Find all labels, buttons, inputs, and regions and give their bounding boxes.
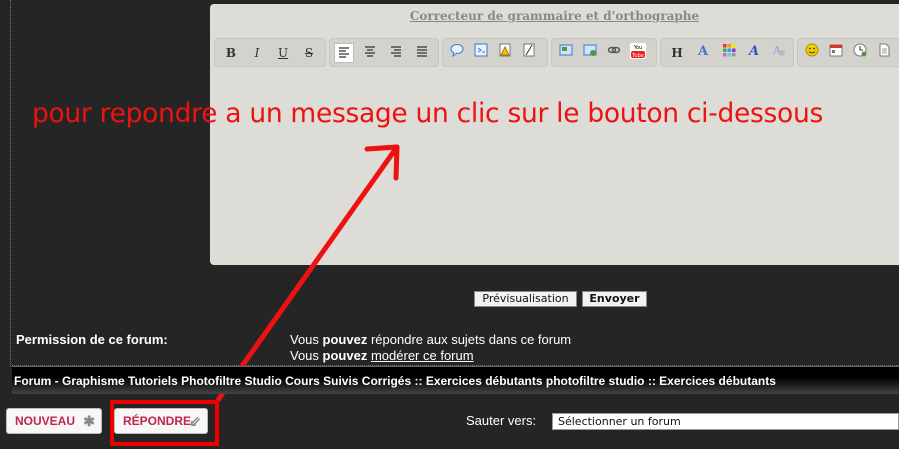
clear-format-button[interactable]: A — [769, 43, 789, 63]
font-size-icon: A — [697, 44, 709, 59]
page-icon — [879, 43, 890, 57]
quote-button[interactable] — [447, 43, 467, 63]
font-size-button[interactable]: A — [693, 43, 713, 63]
align-left-icon — [339, 47, 349, 58]
align-justify-button[interactable] — [412, 43, 432, 63]
upload-image-button[interactable] — [580, 43, 600, 63]
warning-icon — [499, 43, 511, 57]
spoiler-button[interactable] — [519, 43, 539, 63]
insert-link-button[interactable] — [604, 43, 624, 63]
align-left-button[interactable] — [334, 43, 354, 63]
svg-text:You: You — [633, 45, 643, 51]
annotation-text: pour repondre a un message un clic sur l… — [32, 98, 823, 129]
align-right-button[interactable] — [386, 43, 406, 63]
font-face-button[interactable]: A — [745, 43, 765, 63]
strikethrough-button[interactable]: S — [299, 43, 319, 63]
youtube-button[interactable]: You Tube — [628, 43, 648, 63]
toolbar-group-style: B I U S — [214, 38, 326, 67]
align-right-icon — [391, 46, 401, 57]
color-palette-icon — [723, 44, 736, 57]
spoiler-icon — [523, 43, 535, 57]
clear-format-icon: A — [772, 44, 785, 57]
emoticon-button[interactable] — [802, 43, 822, 63]
upload-image-icon — [583, 44, 597, 56]
date-button[interactable] — [826, 43, 846, 63]
italic-button[interactable]: I — [247, 43, 267, 63]
permission-reply-line: Vous pouvez répondre aux sujets dans ce … — [290, 332, 572, 347]
moderate-forum-link[interactable]: modérer ce forum — [371, 348, 474, 363]
breadcrumb-text[interactable]: Forum - Graphisme Tutoriels Photofiltre … — [14, 374, 776, 388]
jump-to-label: Sauter vers: — [466, 413, 537, 428]
send-button[interactable]: Envoyer — [582, 291, 647, 307]
warning-button[interactable] — [495, 43, 515, 63]
color-button[interactable] — [719, 43, 739, 63]
preview-button[interactable]: Prévisualisation — [474, 291, 577, 307]
page-button[interactable] — [874, 43, 894, 63]
align-center-button[interactable] — [360, 43, 380, 63]
asterisk-icon: ✱ — [83, 413, 95, 429]
code-button[interactable] — [471, 43, 491, 63]
annotation-highlight-box — [110, 400, 219, 446]
youtube-icon: You Tube — [630, 43, 646, 59]
heading-button[interactable]: H — [667, 43, 687, 63]
speech-bubble-icon — [450, 44, 464, 58]
bold-button[interactable]: B — [221, 43, 241, 63]
spellcheck-link[interactable]: Correcteur de grammaire et d'orthographe — [210, 9, 899, 23]
editor-toolbar: B I U S You Tube H A A A — [214, 38, 899, 69]
align-justify-icon — [417, 46, 427, 57]
permissions-label: Permission de ce forum: — [16, 332, 168, 347]
message-editor[interactable]: Correcteur de grammaire et d'orthographe… — [210, 4, 899, 265]
clock-icon — [853, 43, 867, 57]
new-topic-button[interactable]: NOUVEAU ✱ — [6, 408, 102, 434]
breadcrumb: Forum - Graphisme Tutoriels Photofiltre … — [12, 366, 899, 394]
underline-button[interactable]: U — [273, 43, 293, 63]
svg-text:A: A — [748, 44, 759, 57]
calendar-icon — [829, 44, 843, 57]
font-face-icon: A — [747, 44, 759, 59]
code-icon — [474, 43, 488, 57]
toolbar-group-blocks — [442, 38, 548, 67]
toolbar-group-media: You Tube — [551, 38, 657, 67]
svg-text:A: A — [697, 44, 709, 57]
toolbar-group-typography: H A A A — [660, 38, 794, 67]
time-button[interactable] — [850, 43, 870, 63]
permission-moderate-line: Vous pouvez modérer ce forum — [290, 348, 474, 363]
svg-text:Tube: Tube — [631, 53, 644, 59]
toolbar-group-misc — [797, 38, 899, 67]
link-icon — [607, 46, 621, 54]
image-icon — [559, 44, 573, 56]
smiley-icon — [805, 43, 819, 57]
insert-image-button[interactable] — [556, 43, 576, 63]
align-center-icon — [365, 46, 375, 57]
toolbar-group-align — [329, 38, 439, 67]
forum-jump-select[interactable]: Sélectionner un forum — [552, 413, 899, 430]
